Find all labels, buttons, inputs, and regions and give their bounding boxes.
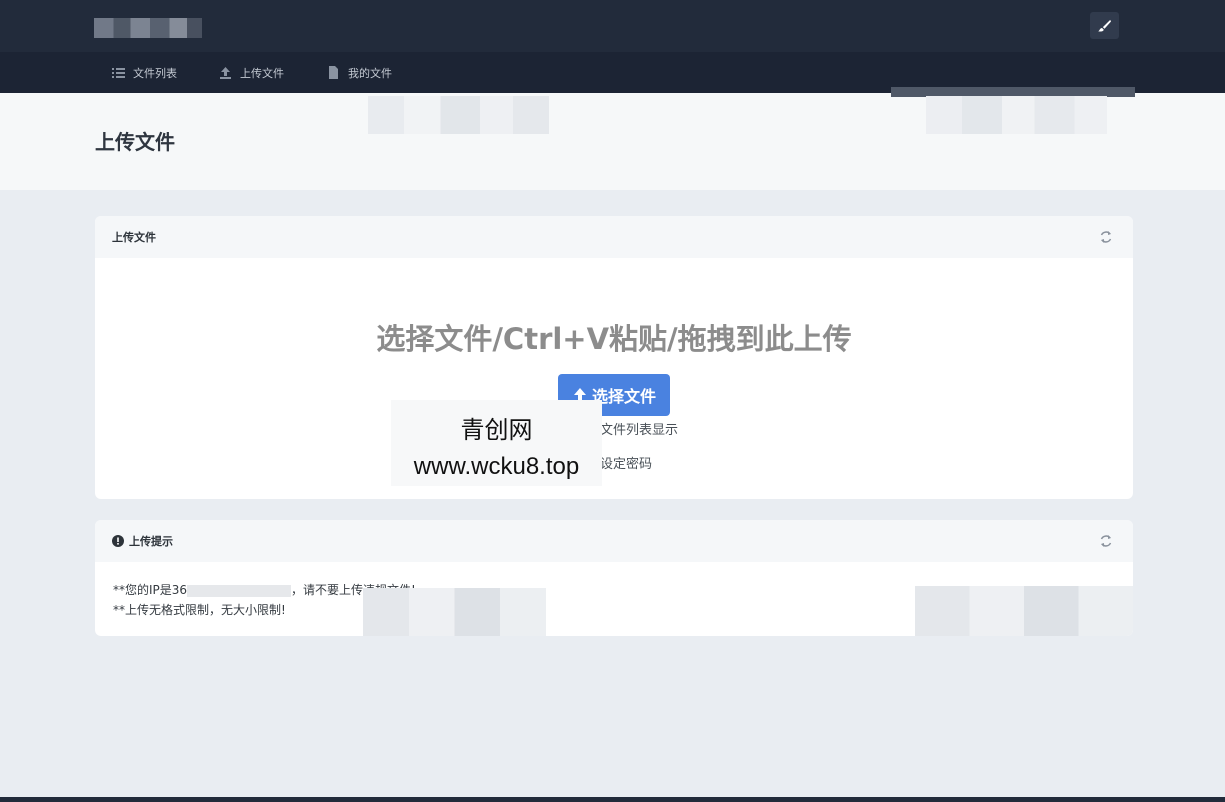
- watermark-line1: 青创网: [460, 417, 533, 444]
- redacted-area: [363, 588, 546, 636]
- nav-item-label: 文件列表: [133, 66, 177, 80]
- redacted-area: [368, 96, 549, 134]
- option-set-password[interactable]: 设定密码: [600, 453, 652, 472]
- nav-item-label: 上传文件: [240, 66, 284, 80]
- refresh-icon[interactable]: [1099, 534, 1113, 548]
- nav-item-upload[interactable]: 上传文件: [219, 52, 284, 93]
- nav-item-my-files[interactable]: 我的文件: [327, 52, 392, 93]
- redacted-ip: [187, 584, 292, 597]
- refresh-icon[interactable]: [1099, 230, 1113, 244]
- page-title: 上传文件: [95, 130, 175, 154]
- top-bar: [0, 0, 1225, 52]
- tips-card-header: 上传提示: [95, 520, 1133, 562]
- footer-bar: [0, 797, 1225, 802]
- tips-card-title: 上传提示: [129, 535, 173, 548]
- upload-card-title: 上传文件: [112, 231, 156, 244]
- theme-toggle-button[interactable]: [1090, 12, 1119, 39]
- nav-item-label: 我的文件: [348, 66, 392, 80]
- file-icon: [327, 66, 340, 79]
- brush-icon: [1098, 19, 1111, 32]
- info-icon: [112, 535, 124, 547]
- watermark-line2: www.wcku8.top: [413, 453, 580, 480]
- redacted-area: [926, 96, 1107, 134]
- list-icon: [112, 66, 125, 79]
- site-logo[interactable]: [94, 18, 202, 38]
- upload-card: 上传文件 选择文件/Ctrl+V粘贴/拖拽到此上传 选择文件 文件列表显示 设定…: [95, 216, 1133, 499]
- watermark: 青创网 www.wcku8.top: [391, 400, 602, 486]
- upload-card-header: 上传文件: [95, 216, 1133, 258]
- redacted-area: [915, 586, 1133, 636]
- upload-icon: [219, 66, 232, 79]
- option-show-in-list[interactable]: 文件列表显示: [600, 419, 678, 438]
- tips-card: 上传提示 **您的IP是36 ，请不要上传违规文件! **上传无格式限制，无大小限…: [95, 520, 1133, 636]
- nav-item-file-list[interactable]: 文件列表: [112, 52, 177, 93]
- drop-zone-text[interactable]: 选择文件/Ctrl+V粘贴/拖拽到此上传: [95, 316, 1133, 358]
